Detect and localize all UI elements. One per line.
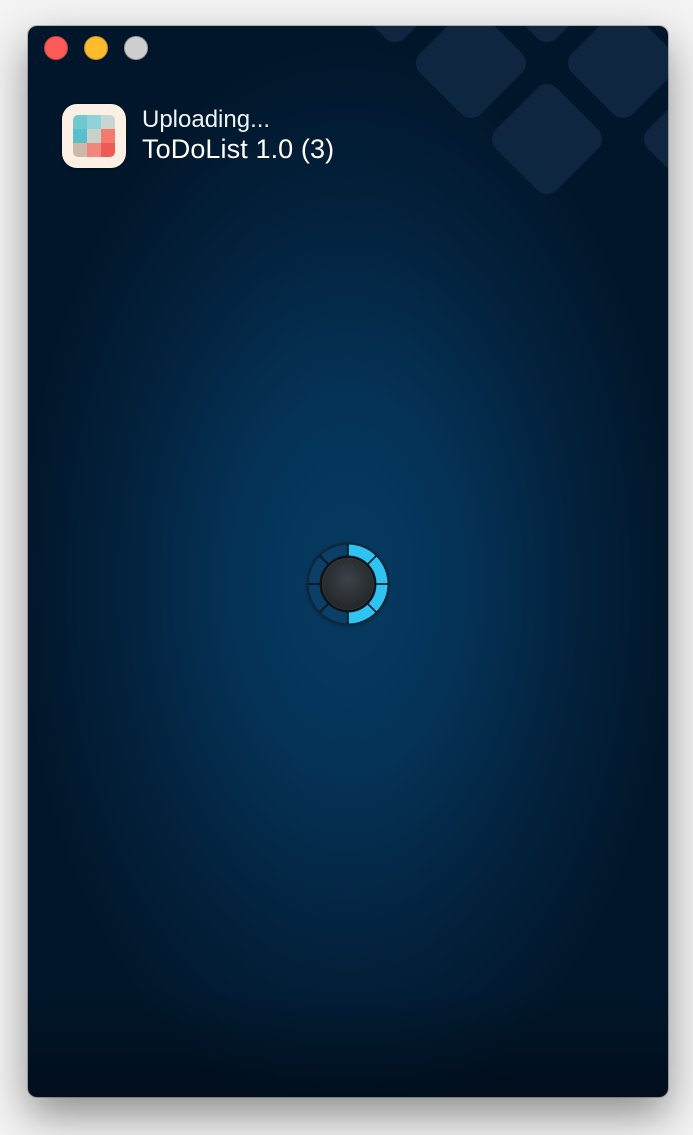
minimize-icon[interactable]	[84, 36, 108, 60]
upload-progress-indicator	[304, 540, 392, 628]
window-controls	[44, 36, 148, 60]
zoom-icon[interactable]	[124, 36, 148, 60]
app-name-version: ToDoList 1.0 (3)	[142, 134, 335, 164]
upload-header: Uploading... ToDoList 1.0 (3)	[62, 104, 334, 168]
upload-status-text: Uploading...	[142, 106, 271, 133]
upload-window: Uploading... ToDoList 1.0 (3)	[28, 26, 668, 1097]
close-icon[interactable]	[44, 36, 68, 60]
bottom-shade	[28, 987, 668, 1097]
todolist-app-icon	[62, 104, 126, 168]
decorative-tiles	[318, 26, 668, 200]
progress-ring-icon	[304, 542, 392, 628]
